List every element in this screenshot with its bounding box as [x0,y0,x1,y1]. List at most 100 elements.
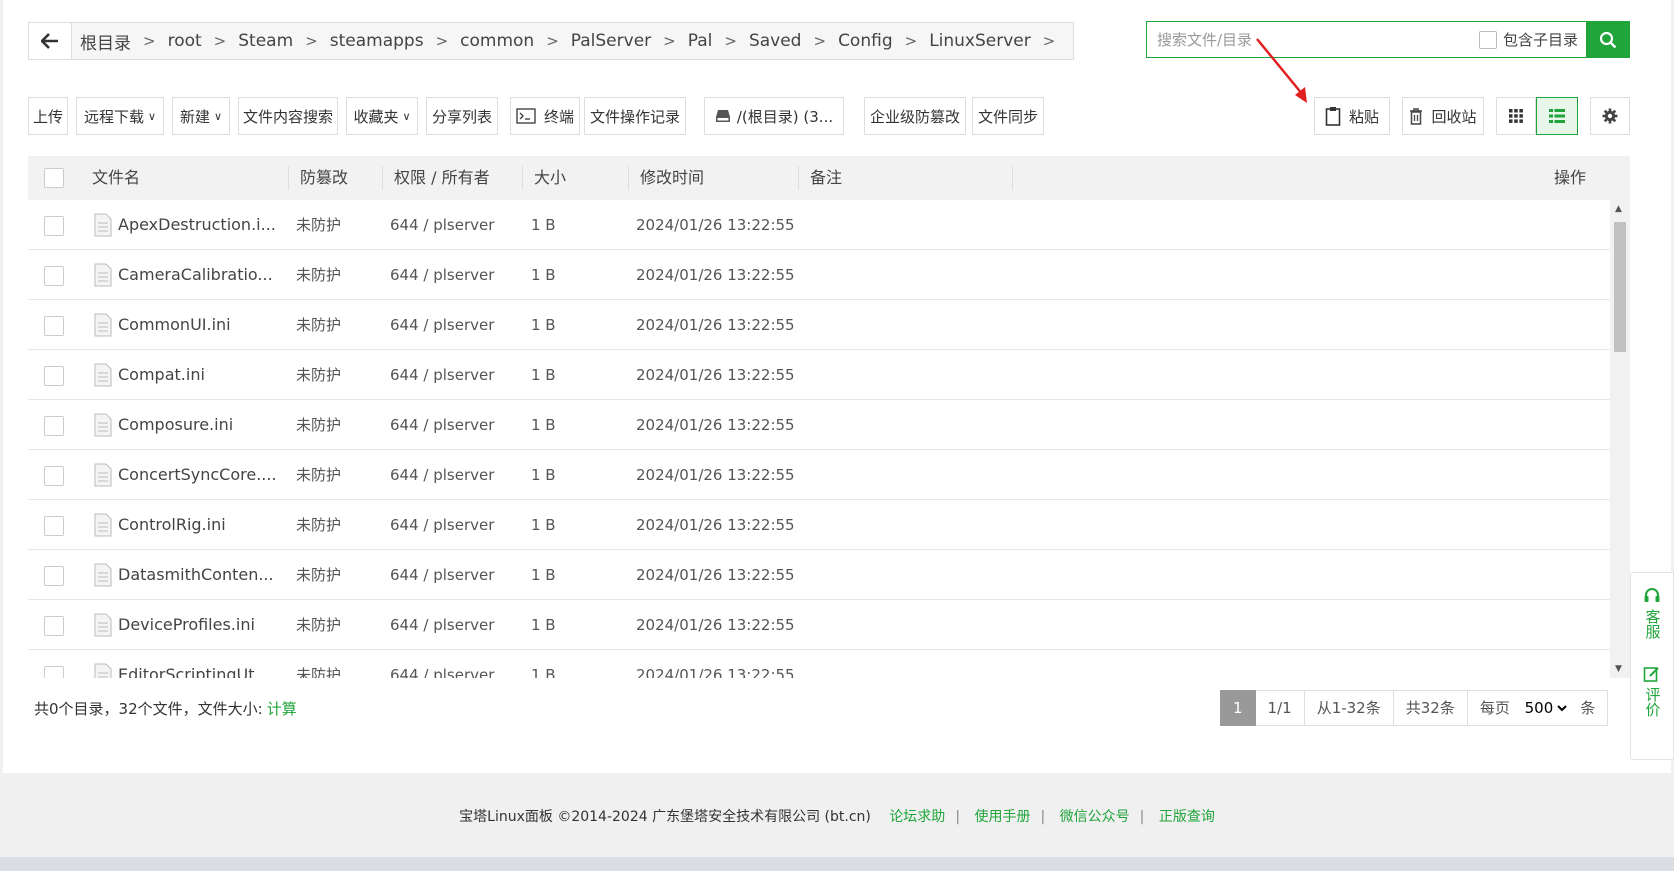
table-row[interactable]: ConcertSyncCore.... 未防护 644 / plserver 1 B 2… [28,450,1610,500]
tamper-status: 未防护 [296,316,342,334]
column-header-size[interactable]: 大小 [534,156,566,200]
chevron-right-icon: > [546,32,559,50]
breadcrumb-label: common [460,31,535,51]
row-checkbox[interactable] [44,566,64,586]
row-checkbox[interactable] [44,316,64,336]
back-button[interactable] [28,22,72,60]
file-name[interactable]: ApexDestruction.i... [118,200,276,250]
column-header-mtime[interactable]: 修改时间 [640,156,704,200]
operation-log-button[interactable]: 文件操作记录 [584,97,686,135]
search-input[interactable] [1147,22,1479,57]
file-name[interactable]: EditorScriptingUt... [118,650,270,678]
new-button[interactable]: 新建 ∨ [172,97,230,135]
breadcrumb-item[interactable]: Steam > [238,31,329,51]
toolbar: 上传 远程下载 ∨ 新建 ∨ 文件内容搜索 收藏夹 ∨ 分享列表 终端 文件操作记录 … [28,97,1674,135]
calculate-size-link[interactable]: 计算 [267,700,297,718]
disk-button[interactable]: /(根目录) (3... [704,97,844,135]
breadcrumb-item[interactable]: Config > [838,31,929,51]
permission-owner[interactable]: 644 / plserver [390,400,494,450]
terminal-button[interactable]: 终端 [510,97,580,135]
file-name[interactable]: CommonUI.ini [118,300,231,350]
file-sync-button[interactable]: 文件同步 [972,97,1044,135]
breadcrumb-item[interactable]: PalServer > [571,31,688,51]
breadcrumb-label: root [167,31,202,51]
column-header-permission[interactable]: 权限 / 所有者 [394,156,490,200]
clipboard-icon [1325,107,1341,126]
review-button[interactable]: 评价 [1643,665,1662,717]
include-subdir-toggle[interactable]: 包含子目录 [1478,29,1578,50]
row-checkbox[interactable] [44,616,64,636]
breadcrumb-item[interactable]: root > [168,31,239,51]
table-scrollbar[interactable]: ▲ ▼ [1610,200,1630,678]
select-all-checkbox[interactable] [44,168,64,188]
table-row[interactable]: CameraCalibratio... 未防护 644 / plserver 1 B 2… [28,250,1610,300]
footer-link-license[interactable]: 正版查询 [1159,809,1215,825]
breadcrumb-item[interactable]: steamapps > [330,31,460,51]
breadcrumb-item[interactable]: common > [460,31,571,51]
breadcrumb-item[interactable]: Pal > [688,31,749,51]
file-name[interactable]: DatasmithConten... [118,550,274,600]
table-row[interactable]: Compat.ini 未防护 644 / plserver 1 B 2024/01/26… [28,350,1610,400]
row-checkbox[interactable] [44,416,64,436]
table-row[interactable]: ControlRig.ini 未防护 644 / plserver 1 B 2024/0… [28,500,1610,550]
permission-owner[interactable]: 644 / plserver [390,450,494,500]
footer-link-forum[interactable]: 论坛求助 [889,809,945,825]
scrollbar-thumb[interactable] [1614,222,1626,352]
file-name[interactable]: ControlRig.ini [118,500,226,550]
table-row[interactable]: EditorScriptingUt... 未防护 644 / plserver 1 B… [28,650,1610,678]
permission-owner[interactable]: 644 / plserver [390,500,494,550]
table-row[interactable]: Composure.ini 未防护 644 / plserver 1 B 2024/01… [28,400,1610,450]
tamper-status: 未防护 [296,516,342,534]
search-button[interactable] [1586,21,1630,58]
permission-owner[interactable]: 644 / plserver [390,200,494,250]
footer-link-wechat[interactable]: 微信公众号 [1060,809,1130,825]
permission-owner[interactable]: 644 / plserver [390,650,494,678]
list-icon [1549,109,1565,123]
row-checkbox[interactable] [44,666,64,678]
tamper-status: 未防护 [296,216,342,234]
table-row[interactable]: DeviceProfiles.ini 未防护 644 / plserver 1 B 20… [28,600,1610,650]
scroll-down-icon[interactable]: ▼ [1615,664,1622,674]
customer-service-button[interactable]: 客服 [1643,587,1662,639]
column-divider [1012,166,1013,190]
per-page-select[interactable]: 500 [1520,698,1570,718]
file-name[interactable]: Compat.ini [118,350,205,400]
grid-view-button[interactable] [1496,97,1536,135]
row-checkbox[interactable] [44,466,64,486]
favorites-button[interactable]: 收藏夹 ∨ [346,97,418,135]
breadcrumb-item[interactable]: 根目录 > [80,29,168,54]
row-checkbox[interactable] [44,216,64,236]
permission-owner[interactable]: 644 / plserver [390,350,494,400]
column-header-name[interactable]: 文件名 [92,156,140,200]
table-row[interactable]: DatasmithConten... 未防护 644 / plserver 1 B 20… [28,550,1610,600]
permission-owner[interactable]: 644 / plserver [390,600,494,650]
breadcrumb-item[interactable]: Saved > [749,31,838,51]
file-name[interactable]: DeviceProfiles.ini [118,600,255,650]
footer-link-manual[interactable]: 使用手册 [974,809,1030,825]
tamper-status: 未防护 [296,666,342,678]
row-checkbox[interactable] [44,366,64,386]
permission-owner[interactable]: 644 / plserver [390,250,494,300]
file-name[interactable]: CameraCalibratio... [118,250,273,300]
row-checkbox[interactable] [44,266,64,286]
table-row[interactable]: CommonUI.ini 未防护 644 / plserver 1 B 2024/01/… [28,300,1610,350]
include-subdir-checkbox[interactable] [1478,30,1497,49]
scroll-up-icon[interactable]: ▲ [1615,204,1622,214]
breadcrumb-item[interactable]: LinuxServer > [929,31,1067,51]
page-current[interactable]: 1 [1220,690,1256,726]
settings-button[interactable] [1590,97,1630,135]
list-view-button[interactable] [1536,97,1578,135]
content-search-button[interactable]: 文件内容搜索 [238,97,338,135]
recycle-bin-button[interactable]: 回收站 [1402,97,1484,135]
paste-button[interactable]: 粘贴 [1314,97,1390,135]
row-checkbox[interactable] [44,516,64,536]
upload-button[interactable]: 上传 [28,97,68,135]
permission-owner[interactable]: 644 / plserver [390,550,494,600]
permission-owner[interactable]: 644 / plserver [390,300,494,350]
share-list-button[interactable]: 分享列表 [426,97,498,135]
remote-download-button[interactable]: 远程下载 ∨ [76,97,164,135]
table-row[interactable]: ApexDestruction.i... 未防护 644 / plserver 1 B… [28,200,1610,250]
file-name[interactable]: Composure.ini [118,400,233,450]
file-name[interactable]: ConcertSyncCore.... [118,450,277,500]
tamper-protect-button[interactable]: 企业级防篡改 [864,97,966,135]
